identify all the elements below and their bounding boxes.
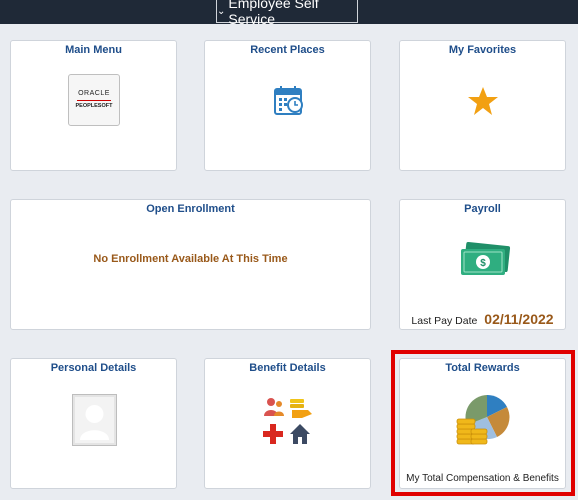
pie-chart-coins-icon	[456, 394, 510, 445]
tile-title: Benefit Details	[249, 362, 326, 374]
tile-title: Main Menu	[65, 44, 122, 56]
money-bills-icon: $	[461, 242, 511, 275]
benefits-grid-icon	[263, 398, 312, 444]
logo-line-oracle: ORACLE	[78, 90, 110, 97]
star-icon	[468, 87, 498, 115]
user-avatar-icon	[72, 394, 117, 446]
chevron-down-icon: ⌄	[217, 5, 226, 17]
tile-title: Recent Places	[250, 44, 325, 56]
oracle-peoplesoft-logo: ORACLE PEOPLESOFT	[68, 74, 120, 126]
logo-line-peoplesoft: PEOPLESOFT	[75, 103, 113, 109]
tile-title: Total Rewards	[445, 362, 520, 374]
tile-benefit-details[interactable]: Benefit Details	[204, 358, 371, 489]
tile-title: My Favorites	[448, 44, 517, 56]
enrollment-status-message: No Enrollment Available At This Time	[93, 253, 288, 265]
last-pay-date: 02/11/2022	[484, 311, 554, 327]
last-pay-row: Last Pay Date 02/11/2022	[400, 311, 565, 327]
homepage-selector-button[interactable]: ⌄ Employee Self Service	[216, 0, 358, 27]
logo-divider	[77, 100, 111, 101]
tile-personal-details[interactable]: Personal Details	[10, 358, 177, 489]
tile-title: Payroll	[464, 203, 501, 215]
tile-title: Open Enrollment	[146, 203, 235, 215]
homepage-title: Employee Self Service	[228, 0, 319, 27]
tile-payroll[interactable]: Payroll $ Last Pay Date 02/11/2022	[399, 199, 566, 330]
last-pay-label: Last Pay Date	[411, 315, 478, 327]
tile-recent-places[interactable]: Recent Places	[204, 40, 371, 171]
tile-total-rewards[interactable]: Total Rewards My Total Compensation & Be…	[399, 358, 566, 489]
top-bar: ⌄ Employee Self Service	[0, 0, 578, 27]
tile-main-menu[interactable]: Main Menu ORACLE PEOPLESOFT	[10, 40, 177, 171]
tile-my-favorites[interactable]: My Favorites	[399, 40, 566, 171]
calendar-clock-icon	[274, 86, 303, 115]
svg-text:$: $	[480, 258, 486, 269]
total-rewards-subtitle: My Total Compensation & Benefits	[406, 473, 559, 484]
tile-title: Personal Details	[50, 362, 137, 374]
tile-open-enrollment[interactable]: Open Enrollment No Enrollment Available …	[10, 199, 371, 330]
